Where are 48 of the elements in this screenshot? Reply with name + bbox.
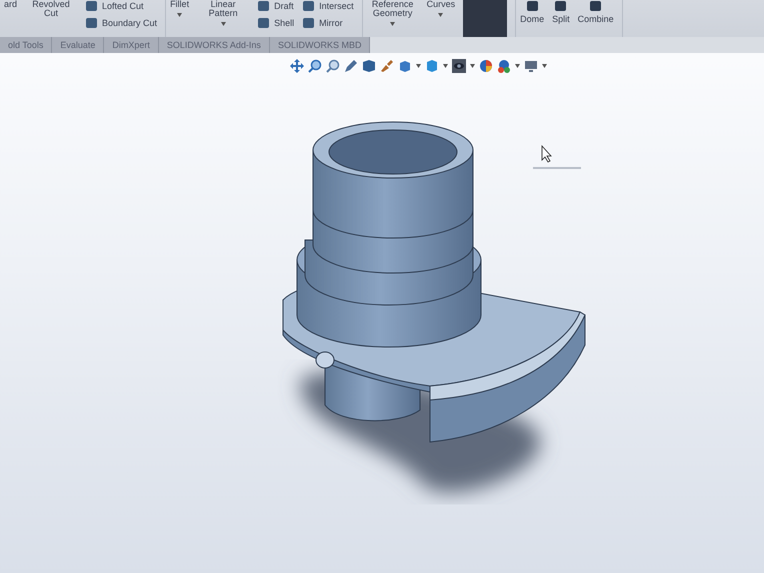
tool-icon[interactable] (302, 0, 316, 12)
tool-icon[interactable] (302, 17, 316, 29)
ribbon-label[interactable]: Curves (426, 0, 456, 9)
ribbon-label[interactable]: Lofted Cut (102, 1, 144, 11)
appearance-icon[interactable] (479, 59, 493, 73)
ribbon-label[interactable]: Intersect (319, 1, 354, 11)
cube-icon[interactable] (425, 59, 439, 73)
caret-icon[interactable] (390, 22, 396, 26)
caret-icon[interactable] (177, 13, 182, 17)
display-style-icon[interactable] (452, 59, 466, 73)
ribbon-label[interactable]: Combine (578, 14, 614, 24)
tool-icon[interactable] (589, 0, 602, 12)
pencil-icon[interactable] (344, 59, 358, 73)
caret-icon[interactable] (515, 64, 520, 68)
caret-icon[interactable] (470, 64, 475, 68)
ribbon-label[interactable]: Revolved Cut (25, 0, 78, 18)
scene-icon[interactable] (497, 59, 511, 73)
tool-icon[interactable] (85, 17, 98, 29)
caret-icon[interactable] (416, 64, 421, 68)
tool-icon[interactable] (526, 0, 539, 12)
caret-icon[interactable] (542, 64, 547, 68)
ribbon-label[interactable]: Fillet (170, 0, 190, 9)
tool-icon[interactable] (85, 0, 98, 12)
ribbon-label[interactable]: Mirror (319, 18, 343, 28)
ribbon-label[interactable]: Draft (274, 1, 294, 11)
cursor-tooltip-line (533, 167, 581, 169)
ribbon-label[interactable]: Reference Geometry (366, 0, 419, 18)
cube-icon[interactable] (398, 59, 412, 73)
ribbon-label[interactable]: ard (4, 0, 18, 9)
ribbon-label[interactable]: Shell (274, 18, 294, 28)
tool-icon[interactable] (257, 17, 270, 29)
mouse-cursor (542, 144, 552, 163)
ribbon-label[interactable]: Dome (520, 14, 544, 24)
ribbon-label[interactable]: Boundary Cut (102, 18, 158, 28)
ribbon-label[interactable]: Linear Pattern (197, 0, 250, 18)
cube-icon[interactable] (362, 59, 376, 73)
caret-icon[interactable] (220, 22, 226, 26)
tool-icon[interactable] (554, 0, 568, 12)
zoom-icon[interactable] (308, 59, 322, 73)
monitor-icon[interactable] (524, 59, 538, 73)
tool-icon[interactable] (257, 0, 270, 12)
brush-icon[interactable] (380, 59, 394, 73)
caret-icon[interactable] (438, 13, 444, 17)
move-icon[interactable] (290, 59, 304, 73)
dark-panel (463, 0, 508, 37)
caret-icon[interactable] (443, 64, 448, 68)
ribbon-label[interactable]: Split (552, 14, 570, 24)
zoom-area-icon[interactable] (326, 59, 340, 73)
